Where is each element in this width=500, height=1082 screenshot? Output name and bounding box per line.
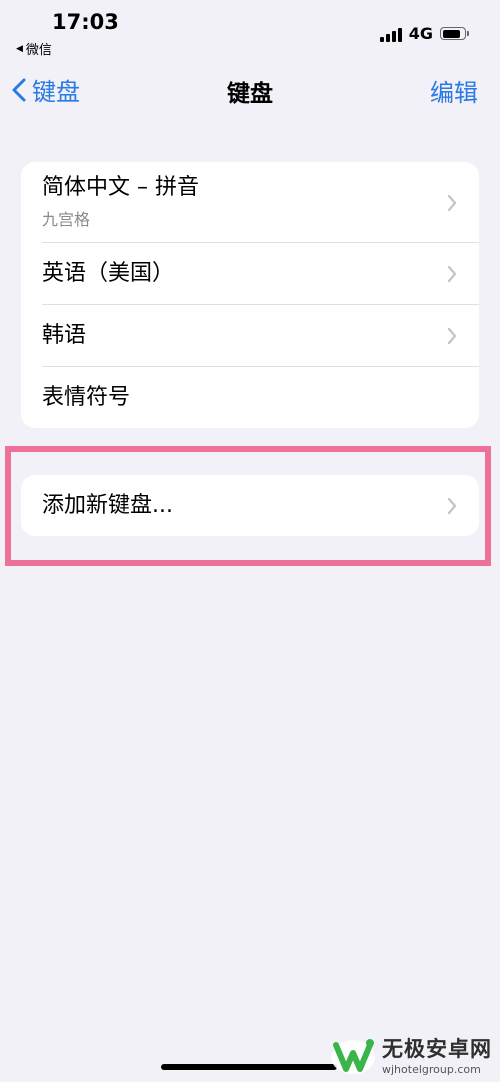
edit-button[interactable]: 编辑 [430, 73, 478, 108]
status-indicators: 4G [379, 24, 469, 43]
keyboard-item-english[interactable]: 英语（美国） [21, 243, 479, 305]
watermark: 无极安卓网 wjhotelgroup.com [330, 1033, 492, 1076]
status-back-app-label: 微信 [25, 43, 52, 58]
network-type: 4G [408, 24, 433, 43]
battery-icon [440, 27, 469, 40]
keyboard-item-label: 表情符号 [42, 384, 131, 410]
cellular-signal-icon [379, 26, 402, 42]
keyboard-item-label: 韩语 [42, 322, 87, 348]
status-time: 17:03 [52, 10, 119, 34]
keyboard-item-emoji[interactable]: 表情符号 [21, 367, 479, 428]
highlight-frame [5, 446, 491, 566]
watermark-logo-icon [331, 1038, 375, 1074]
keyboard-item-pinyin[interactable]: 简体中文 – 拼音 九宫格 [21, 162, 479, 243]
chevron-right-icon [447, 265, 457, 283]
keyboard-item-label: 简体中文 – 拼音 [42, 175, 199, 201]
watermark-text: 无极安卓网 wjhotelgroup.com [382, 1033, 492, 1076]
keyboard-list: 简体中文 – 拼音 九宫格 英语（美国） 韩语 表情符号 [21, 162, 479, 428]
chevron-right-icon [447, 327, 457, 345]
keyboard-item-subtitle: 九宫格 [42, 209, 91, 229]
page-title: 键盘 [227, 81, 273, 107]
status-back-to-app[interactable]: ◀ 微信 [16, 39, 52, 58]
home-indicator[interactable] [161, 1064, 337, 1070]
keyboard-item-label: 英语（美国） [42, 260, 175, 286]
watermark-main-text: 无极安卓网 [382, 1037, 492, 1061]
chevron-right-icon [447, 194, 457, 211]
watermark-url: wjhotelgroup.com [382, 1063, 481, 1076]
back-triangle-icon: ◀ [16, 43, 23, 54]
battery-fill [442, 29, 461, 38]
keyboard-item-korean[interactable]: 韩语 [21, 305, 479, 367]
